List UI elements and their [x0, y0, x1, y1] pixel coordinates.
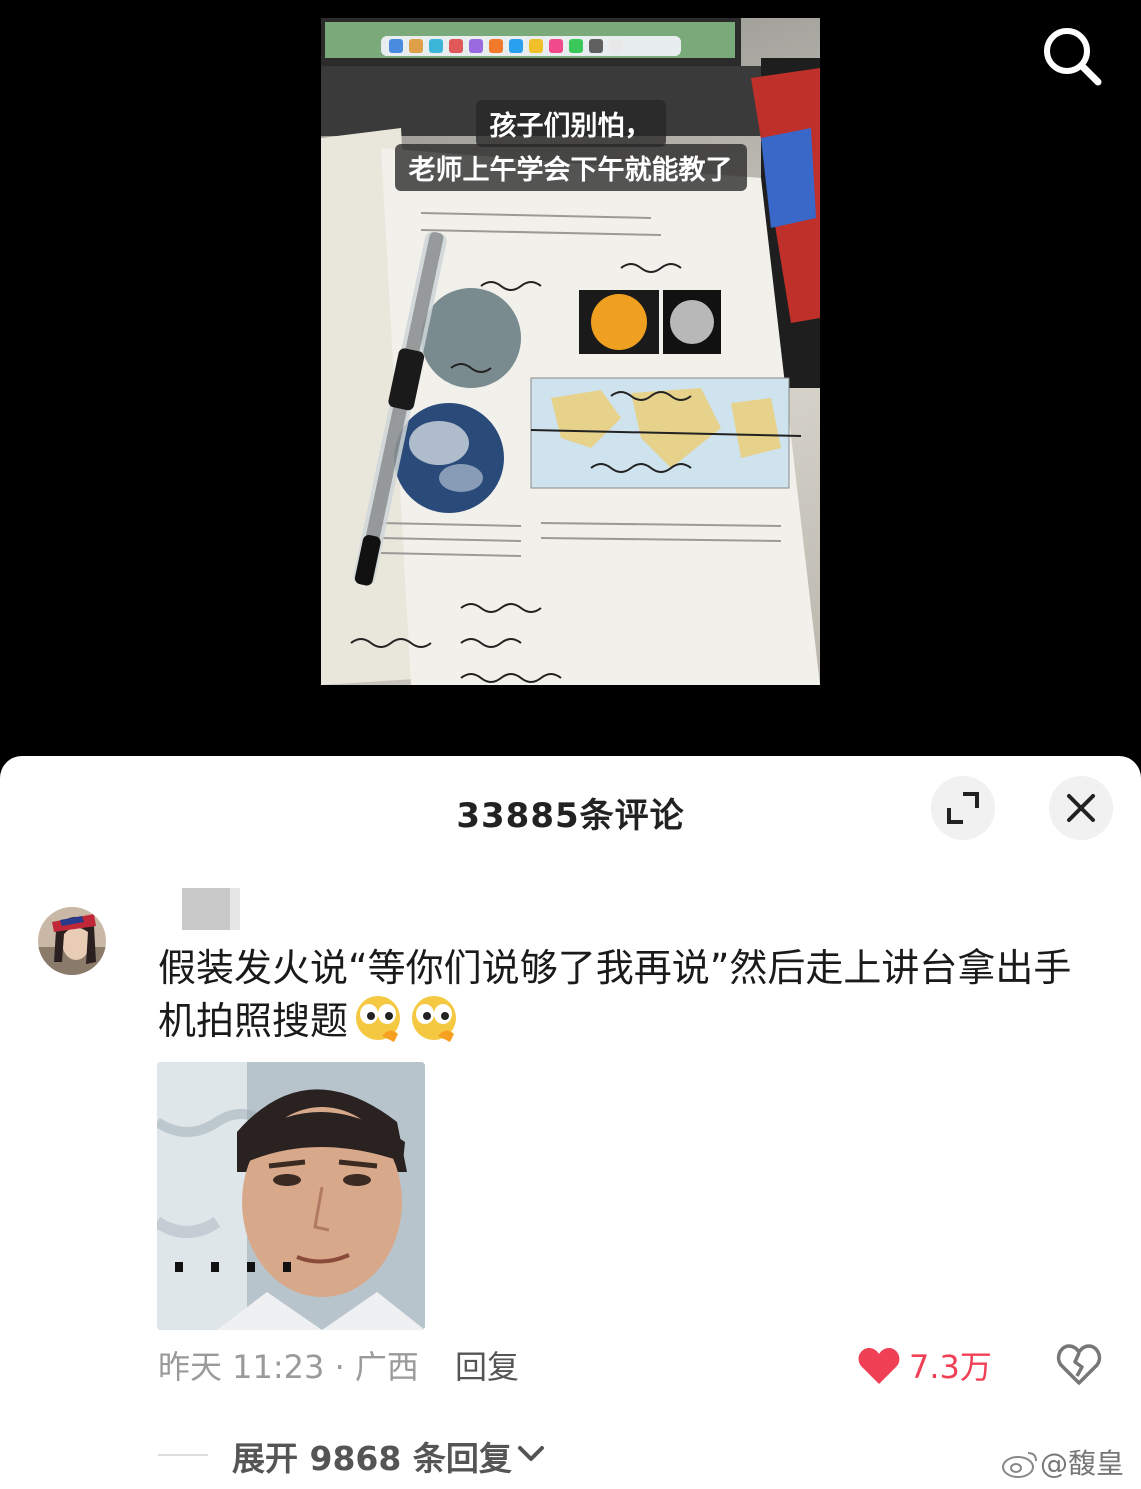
- man-portrait-image: [157, 1062, 425, 1330]
- heart-icon: [858, 1348, 900, 1384]
- expand-replies-label: 展开 9868 条回复: [232, 1439, 512, 1478]
- search-button[interactable]: [1036, 20, 1108, 92]
- like-count: 7.3万: [909, 1348, 992, 1386]
- weibo-watermark: @馥皇: [1000, 1442, 1124, 1482]
- close-panel-button[interactable]: [1049, 776, 1113, 840]
- expand-icon: [947, 792, 979, 824]
- watermark-text: @馥皇: [1040, 1447, 1125, 1480]
- video-caption-line-1: 孩子们别怕，: [321, 100, 820, 147]
- username-redacted[interactable]: [182, 888, 230, 930]
- expand-panel-button[interactable]: [931, 776, 995, 840]
- close-icon: [1067, 794, 1095, 822]
- divider-line: [158, 1454, 208, 1456]
- comment-image[interactable]: [157, 1062, 425, 1330]
- comments-panel: 33885条评论 假装发火说“等你们说够了我再说”然后走上讲台拿出手机拍照搜题 …: [0, 756, 1141, 1489]
- thinking-face-icon: [352, 994, 404, 1055]
- comment-text: 假装发火说“等你们说够了我再说”然后走上讲台拿出手机拍照搜题: [158, 942, 1108, 1055]
- reply-button[interactable]: 回复: [455, 1342, 519, 1388]
- video-player[interactable]: 孩子们别怕， 老师上午学会下午就能教了: [0, 0, 1141, 760]
- search-icon: [1044, 28, 1102, 86]
- dislike-button[interactable]: [1056, 1342, 1102, 1388]
- avatar[interactable]: [38, 892, 106, 988]
- chevron-down-icon: [518, 1446, 544, 1461]
- thinking-face-icon: [408, 994, 460, 1055]
- video-frame[interactable]: 孩子们别怕， 老师上午学会下午就能教了: [321, 18, 820, 685]
- broken-heart-icon: [1056, 1344, 1102, 1385]
- video-caption-line-2: 老师上午学会下午就能教了: [321, 144, 820, 191]
- weibo-logo-icon: [1002, 1452, 1037, 1478]
- comment-time-location: 昨天 11:23 · 广西: [158, 1348, 419, 1386]
